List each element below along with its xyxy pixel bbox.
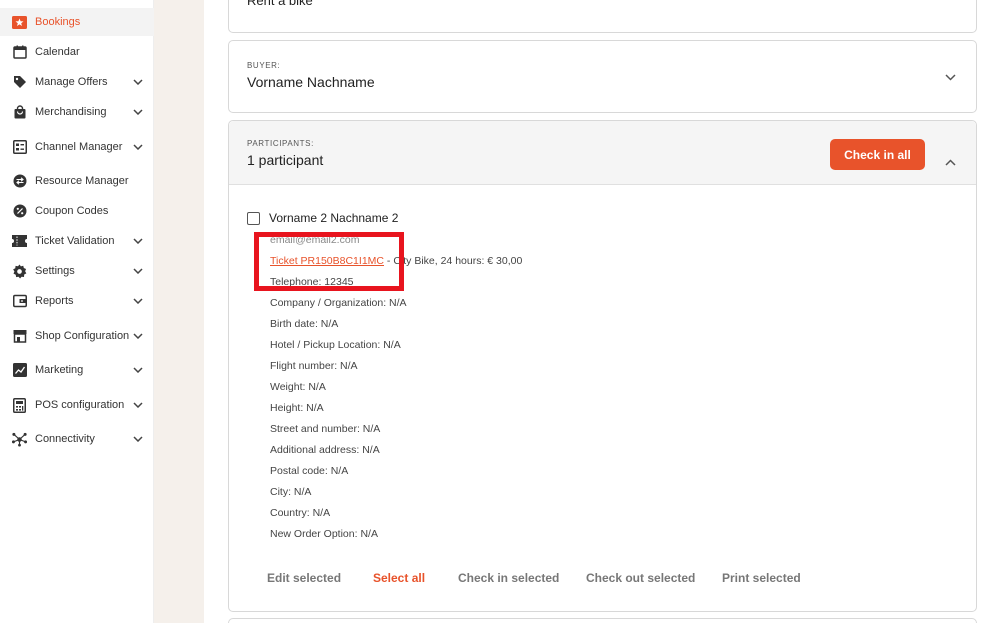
- detail-new-order-option: New Order Option: N/A: [270, 528, 378, 540]
- sidebar-item-label: Marketing: [35, 364, 84, 376]
- offer-card: Rent a bike: [228, 0, 977, 33]
- detail-flight: Flight number: N/A: [270, 360, 358, 372]
- next-card: [228, 618, 977, 623]
- detail-city: City: N/A: [270, 486, 312, 498]
- sidebar-item-bookings[interactable]: Bookings: [0, 8, 154, 36]
- detail-postal-code: Postal code: N/A: [270, 465, 349, 477]
- sidebar-item-label: Reports: [35, 295, 74, 307]
- detail-company: Company / Organization: N/A: [270, 297, 407, 309]
- network-icon: [12, 432, 27, 447]
- chevron-down-icon[interactable]: [130, 328, 146, 344]
- swap-icon: [12, 174, 27, 189]
- chart-icon: [12, 363, 27, 378]
- detail-birth-date: Birth date: N/A: [270, 318, 339, 330]
- chevron-down-icon[interactable]: [130, 139, 146, 155]
- chevron-down-icon[interactable]: [130, 263, 146, 279]
- buyer-card[interactable]: BUYER: Vorname Nachname: [228, 40, 977, 113]
- participants-count: 1 participant: [247, 152, 324, 168]
- sidebar-item-label: Connectivity: [35, 433, 95, 445]
- check-in-all-button[interactable]: Check in all: [830, 139, 925, 170]
- detail-hotel: Hotel / Pickup Location: N/A: [270, 339, 401, 351]
- sidebar-item-resource-manager[interactable]: Resource Manager: [0, 167, 154, 195]
- tag-icon: [12, 75, 27, 90]
- sidebar-item-merchandising[interactable]: Merchandising: [0, 98, 154, 126]
- ticket-link[interactable]: Ticket PR150B8C1I1MC: [270, 255, 384, 267]
- chevron-down-icon[interactable]: [130, 293, 146, 309]
- chevron-down-icon[interactable]: [130, 104, 146, 120]
- sidebar-item-label: Bookings: [35, 16, 81, 28]
- sidebar-item-reports[interactable]: Reports: [0, 287, 154, 315]
- participants-label: PARTICIPANTS:: [247, 139, 314, 148]
- store-icon: [12, 329, 27, 344]
- sidebar-item-channel-manager[interactable]: Channel Manager: [0, 133, 154, 161]
- sidebar-item-marketing[interactable]: Marketing: [0, 356, 154, 384]
- chevron-down-icon[interactable]: [130, 233, 146, 249]
- sidebar-item-coupon-codes[interactable]: Coupon Codes: [0, 197, 154, 225]
- sidebar-item-label: Settings: [35, 265, 75, 277]
- detail-country: Country: N/A: [270, 507, 331, 519]
- detail-street: Street and number: N/A: [270, 423, 381, 435]
- participant-email: email@email2.com: [270, 234, 360, 246]
- sidebar-item-pos-configuration[interactable]: POS configuration: [0, 391, 154, 419]
- sidebar-item-manage-offers[interactable]: Manage Offers: [0, 68, 154, 96]
- sidebar-item-connectivity[interactable]: Connectivity: [0, 425, 154, 453]
- calendar-icon: [12, 45, 27, 60]
- chevron-down-icon[interactable]: [130, 397, 146, 413]
- shopping-bag-icon: [12, 105, 27, 120]
- sidebar: Bookings Calendar Manage Offers Merchand…: [0, 0, 154, 623]
- wallet-icon: [12, 294, 27, 309]
- detail-additional-address: Additional address: N/A: [270, 444, 380, 456]
- chevron-down-icon[interactable]: [130, 74, 146, 90]
- buyer-label: BUYER:: [247, 61, 281, 70]
- ticket-star-icon: [12, 15, 27, 30]
- check-out-selected-button[interactable]: Check out selected: [586, 571, 695, 585]
- gear-icon: [12, 263, 27, 279]
- edit-selected-button[interactable]: Edit selected: [267, 571, 341, 585]
- sidebar-item-label: Resource Manager: [35, 175, 129, 187]
- sidebar-item-label: POS configuration: [35, 399, 125, 411]
- percent-icon: [12, 204, 27, 219]
- participant-checkbox[interactable]: [247, 212, 260, 225]
- sidebar-item-shop-configuration[interactable]: Shop Configuration: [0, 322, 154, 350]
- content-gutter: [155, 0, 204, 623]
- sidebar-item-label: Channel Manager: [35, 141, 123, 153]
- ticket-icon: [12, 234, 27, 249]
- ticket-line: Ticket PR150B8C1I1MC - City Bike, 24 hou…: [270, 255, 522, 267]
- chevron-up-icon[interactable]: [942, 154, 958, 170]
- buyer-name: Vorname Nachname: [247, 74, 375, 90]
- sidebar-item-label: Manage Offers: [35, 76, 108, 88]
- sidebar-item-label: Shop Configuration: [35, 330, 130, 342]
- print-selected-button[interactable]: Print selected: [722, 571, 801, 585]
- detail-weight: Weight: N/A: [270, 381, 326, 393]
- sidebar-item-label: Calendar: [35, 46, 80, 58]
- sidebar-item-settings[interactable]: Settings: [0, 257, 154, 285]
- sidebar-item-label: Coupon Codes: [35, 205, 109, 217]
- ticket-description: - City Bike, 24 hours: € 30,00: [384, 255, 523, 267]
- sidebar-item-label: Ticket Validation: [35, 235, 115, 247]
- sidebar-item-ticket-validation[interactable]: Ticket Validation: [0, 227, 154, 255]
- list-icon: [12, 140, 27, 155]
- chevron-down-icon[interactable]: [942, 69, 958, 85]
- sidebar-item-calendar[interactable]: Calendar: [0, 38, 154, 66]
- chevron-down-icon[interactable]: [130, 431, 146, 447]
- chevron-down-icon[interactable]: [130, 362, 146, 378]
- participant-name: Vorname 2 Nachname 2: [269, 211, 399, 225]
- check-in-selected-button[interactable]: Check in selected: [458, 571, 559, 585]
- select-all-button[interactable]: Select all: [373, 571, 425, 585]
- detail-telephone: Telephone: 12345: [270, 276, 354, 288]
- sidebar-item-label: Merchandising: [35, 106, 107, 118]
- offer-value: Rent a bike: [247, 0, 313, 8]
- detail-height: Height: N/A: [270, 402, 324, 414]
- calculator-icon: [12, 397, 27, 413]
